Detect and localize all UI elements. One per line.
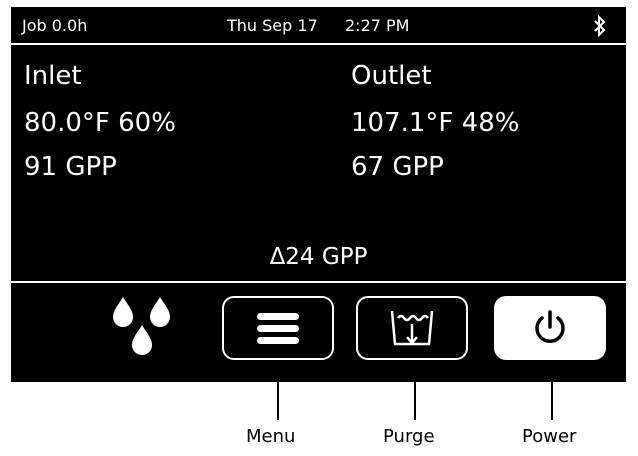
- menu-button[interactable]: [222, 296, 334, 360]
- date-display: Thu Sep 17: [227, 16, 318, 35]
- job-timer: Job 0.0h: [22, 16, 88, 35]
- water-drops-icon: [113, 297, 170, 355]
- bluetooth-icon: [594, 15, 606, 37]
- menu-callout-line: [277, 382, 279, 420]
- inlet-gpp: 91 GPP: [24, 152, 117, 182]
- purge-callout-label: Purge: [383, 426, 435, 447]
- time-display: 2:27 PM: [345, 16, 410, 35]
- menu-icon: [257, 313, 299, 344]
- inlet-temp-humidity: 80.0°F 60%: [24, 108, 176, 138]
- inlet-label: Inlet: [24, 61, 82, 91]
- outlet-gpp: 67 GPP: [351, 152, 444, 182]
- menu-callout-label: Menu: [246, 426, 296, 447]
- purge-callout-line: [414, 382, 416, 420]
- power-icon: [535, 310, 565, 343]
- outlet-label: Outlet: [351, 61, 432, 91]
- outlet-temp-humidity: 107.1°F 48%: [351, 108, 520, 138]
- panel-divider: [11, 281, 626, 283]
- power-callout-line: [551, 382, 553, 420]
- power-callout-label: Power: [522, 426, 577, 447]
- purge-icon: [390, 310, 434, 346]
- delta-gpp: Δ24 GPP: [269, 244, 368, 270]
- status-bar: Job 0.0h Thu Sep 17 2:27 PM: [11, 7, 626, 45]
- purge-button[interactable]: [356, 296, 468, 360]
- power-button[interactable]: [494, 296, 606, 360]
- device-screen: Job 0.0h Thu Sep 17 2:27 PM Inlet 80.0°F…: [11, 7, 626, 382]
